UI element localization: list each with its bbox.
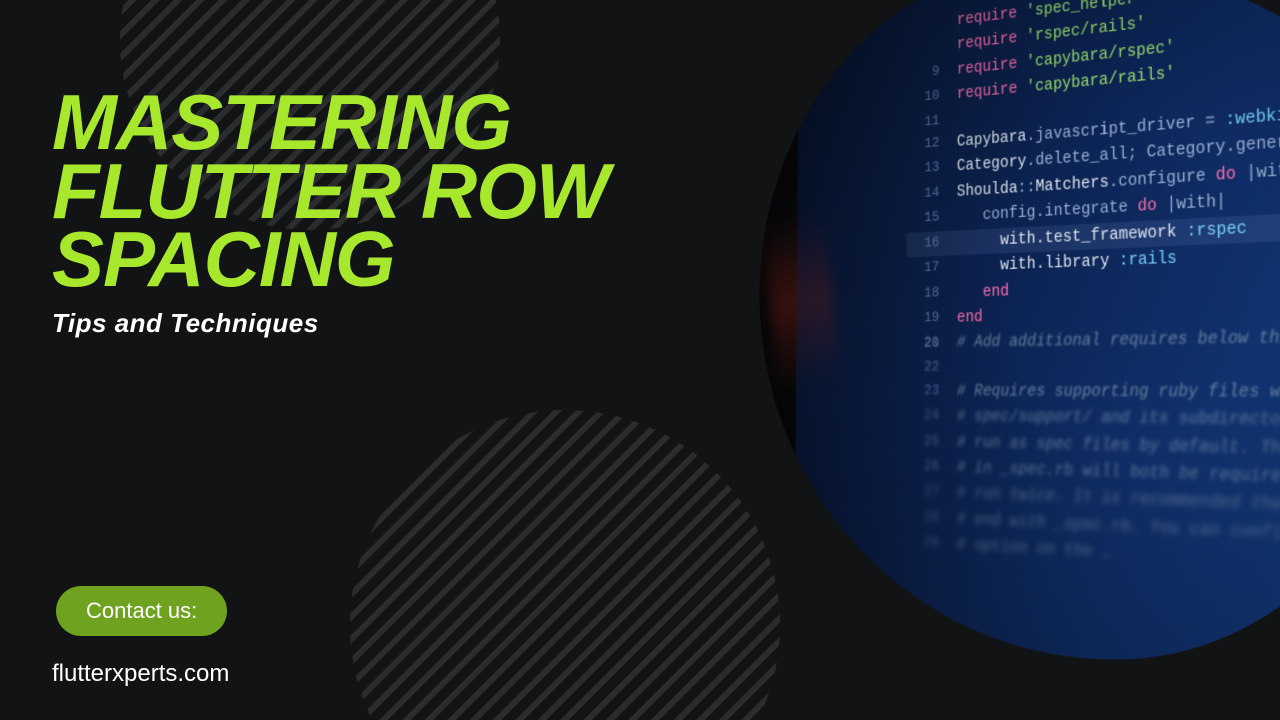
- page-subtitle: Tips and Techniques: [52, 308, 760, 339]
- decorative-stripes-bottom: [350, 410, 780, 720]
- code-block-lower: 21# Add additional requires below this l…: [906, 321, 1280, 592]
- code-block-upper: # the truncation of the …# 'Rails enviro…: [906, 0, 1280, 355]
- hero-text-block: MASTERING FLUTTER ROW SPACING Tips and T…: [52, 88, 760, 339]
- contact-button-label: Contact us:: [86, 598, 197, 623]
- code-image: # the truncation of the …# 'Rails enviro…: [748, 0, 1280, 672]
- page-title: MASTERING FLUTTER ROW SPACING: [52, 88, 760, 294]
- contact-button[interactable]: Contact us:: [56, 586, 227, 636]
- site-domain: flutterxperts.com: [52, 660, 229, 688]
